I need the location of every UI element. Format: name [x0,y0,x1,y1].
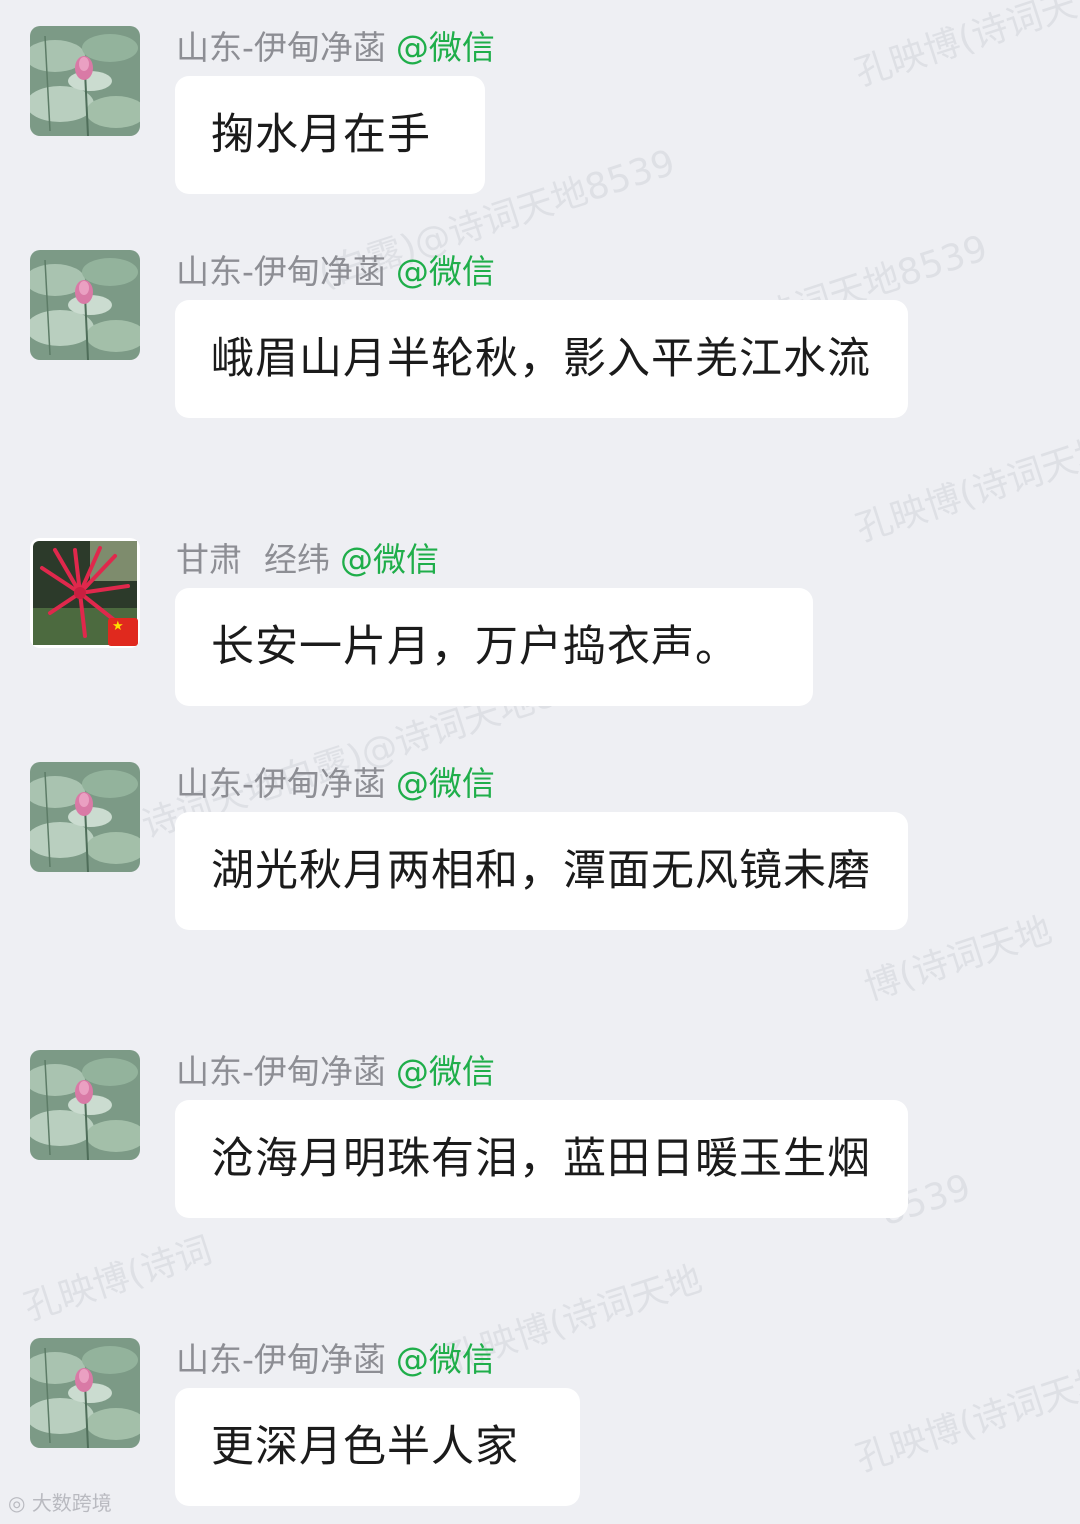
red-flower-avatar[interactable]: ★ [30,538,140,648]
lotus-avatar[interactable] [30,1338,140,1448]
message-bubble[interactable]: 更深月色半人家 [175,1388,580,1506]
watermark: 孔映博(诗词天 [850,0,1080,95]
message-bubble[interactable]: 峨眉山月半轮秋，影入平羌江水流 [175,300,908,418]
sender-label: 甘肃 经纬 @微信 [176,540,439,580]
sender-name-2: 经纬 [264,540,330,579]
sender-name: 山东-伊甸净菡 [176,1052,386,1091]
sender-label: 山东-伊甸净菡 @微信 [176,252,495,292]
watermark: 孔映博(诗词天地 [851,428,1080,550]
sender-name: 甘肃 [176,540,242,579]
platform-tag: @微信 [395,1052,495,1091]
platform-tag: @微信 [395,1340,495,1379]
message-bubble[interactable]: 沧海月明珠有泪，蓝田日暖玉生烟 [175,1100,908,1218]
lotus-avatar[interactable] [30,762,140,872]
platform-tag: @微信 [395,764,495,803]
lotus-avatar[interactable] [30,1050,140,1160]
sender-name: 山东-伊甸净菡 [176,28,386,67]
sender-label: 山东-伊甸净菡 @微信 [176,1340,495,1380]
message-bubble[interactable]: 长安一片月，万户捣衣声。 [175,588,813,706]
lotus-avatar[interactable] [30,250,140,360]
platform-tag: @微信 [395,28,495,67]
message-bubble[interactable]: 湖光秋月两相和，潭面无风镜未磨 [175,812,908,930]
logo-icon: ◎ [8,1491,32,1515]
watermark: 孔映博(诗词天地 [851,1358,1080,1480]
sender-label: 山东-伊甸净菡 @微信 [176,1052,495,1092]
watermark-layer: 孔映博(诗词天 (白露)@诗词天地8539 @诗词天地8539 孔映博(诗词天地… [0,0,1080,1524]
footer-logo-text: 大数跨境 [31,1491,112,1515]
sender-name: 山东-伊甸净菡 [176,1340,386,1379]
sender-name: 山东-伊甸净菡 [176,764,386,803]
platform-tag: @微信 [340,540,439,579]
platform-tag: @微信 [395,252,495,291]
sender-label: 山东-伊甸净菡 @微信 [176,28,495,68]
lotus-avatar[interactable] [30,26,140,136]
message-bubble[interactable]: 掬水月在手 [175,76,485,194]
footer-logo: ◎ 大数跨境 [8,1490,112,1516]
sender-label: 山东-伊甸净菡 @微信 [176,764,495,804]
sender-name: 山东-伊甸净菡 [176,252,386,291]
china-flag-icon: ★ [108,618,138,646]
watermark: 孔映博(诗词 [19,1229,217,1329]
